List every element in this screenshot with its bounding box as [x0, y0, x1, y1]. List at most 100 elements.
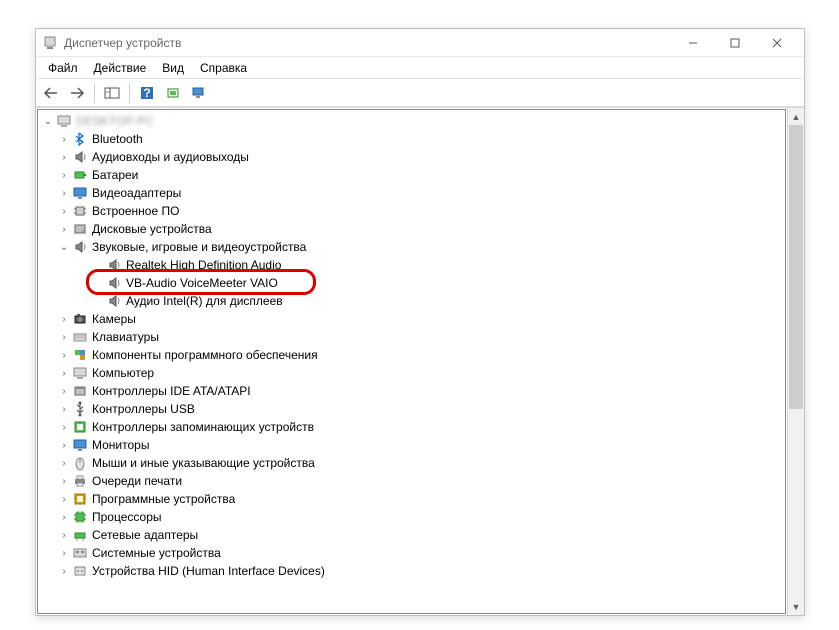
expand-toggle-icon[interactable]: ›: [56, 221, 72, 237]
tree-node[interactable]: › Компоненты программного обеспечения: [38, 346, 785, 364]
menu-file[interactable]: Файл: [40, 59, 86, 77]
tree-node[interactable]: › Устройства HID (Human Interface Devices…: [38, 562, 785, 580]
node-label: VB-Audio VoiceMeeter VAIO: [126, 276, 278, 290]
expand-toggle-icon[interactable]: ›: [56, 563, 72, 579]
expand-toggle-icon[interactable]: ›: [56, 473, 72, 489]
tree-node[interactable]: › Мониторы: [38, 436, 785, 454]
mouse-icon: [72, 455, 88, 471]
tree-node[interactable]: › Очереди печати: [38, 472, 785, 490]
forward-button[interactable]: [66, 82, 88, 104]
expand-toggle-icon[interactable]: ›: [56, 437, 72, 453]
menu-help[interactable]: Справка: [192, 59, 255, 77]
hid-icon: [72, 563, 88, 579]
tree-child-node[interactable]: VB-Audio VoiceMeeter VAIO: [38, 274, 785, 292]
expand-toggle-icon[interactable]: ›: [56, 311, 72, 327]
tree-node[interactable]: ›Видеоадаптеры: [38, 184, 785, 202]
content-area: ⌄DESKTOP-PC›Bluetooth›Аудиовходы и аудио…: [36, 107, 804, 615]
spacer: [90, 257, 106, 273]
minimize-button[interactable]: [672, 30, 714, 56]
tree-node[interactable]: ›Сетевые адаптеры: [38, 526, 785, 544]
node-label: Компьютер: [92, 366, 154, 380]
expand-toggle-icon[interactable]: ›: [56, 527, 72, 543]
close-button[interactable]: [756, 30, 798, 56]
scroll-up-arrow[interactable]: ▲: [788, 108, 804, 125]
expand-toggle-icon[interactable]: ⌄: [56, 239, 72, 255]
tree-node[interactable]: › Процессоры: [38, 508, 785, 526]
expand-toggle-icon[interactable]: ›: [56, 329, 72, 345]
spacer: [90, 293, 106, 309]
scan-button[interactable]: [162, 82, 184, 104]
tree-node[interactable]: ⌄ Звуковые, игровые и видеоустройства: [38, 238, 785, 256]
expand-toggle-icon[interactable]: ›: [56, 383, 72, 399]
node-label: Батареи: [92, 168, 138, 182]
tree-node[interactable]: ›Аудиовходы и аудиовыходы: [38, 148, 785, 166]
spacer: [90, 275, 106, 291]
node-label: Realtek High Definition Audio: [126, 258, 281, 272]
tree-node[interactable]: ›Встроенное ПО: [38, 202, 785, 220]
expand-toggle-icon[interactable]: ›: [56, 203, 72, 219]
menu-action[interactable]: Действие: [86, 59, 155, 77]
node-label: Устройства HID (Human Interface Devices): [92, 564, 325, 578]
expand-toggle-icon[interactable]: ›: [56, 419, 72, 435]
speaker-icon: [106, 257, 122, 273]
tree-node[interactable]: › Камеры: [38, 310, 785, 328]
node-label: Дисковые устройства: [92, 222, 212, 236]
tree-child-node[interactable]: Аудио Intel(R) для дисплеев: [38, 292, 785, 310]
computer-icon: [72, 365, 88, 381]
tree-node[interactable]: ›Контроллеры запоминающих устройств: [38, 418, 785, 436]
display-icon: [72, 185, 88, 201]
device-tree[interactable]: ⌄DESKTOP-PC›Bluetooth›Аудиовходы и аудио…: [37, 109, 786, 614]
help-button[interactable]: ?: [136, 82, 158, 104]
menu-bar: Файл Действие Вид Справка: [36, 57, 804, 79]
tree-node[interactable]: › Клавиатуры: [38, 328, 785, 346]
storage-icon: [72, 419, 88, 435]
expand-toggle-icon[interactable]: ›: [56, 491, 72, 507]
tree-node[interactable]: ›Bluetooth: [38, 130, 785, 148]
menu-view[interactable]: Вид: [154, 59, 192, 77]
maximize-button[interactable]: [714, 30, 756, 56]
show-hide-console-button[interactable]: [101, 82, 123, 104]
expand-toggle-icon[interactable]: ›: [56, 131, 72, 147]
node-label: Очереди печати: [92, 474, 182, 488]
node-label: Звуковые, игровые и видеоустройства: [92, 240, 306, 254]
scroll-thumb[interactable]: [789, 125, 803, 409]
node-label: Процессоры: [92, 510, 162, 524]
expand-toggle-icon[interactable]: ›: [56, 167, 72, 183]
tree-child-node[interactable]: Realtek High Definition Audio: [38, 256, 785, 274]
tree-node[interactable]: › Компьютер: [38, 364, 785, 382]
expand-toggle-icon[interactable]: ›: [56, 365, 72, 381]
expand-toggle-icon[interactable]: ›: [56, 185, 72, 201]
scroll-down-arrow[interactable]: ▼: [788, 598, 804, 615]
tree-node[interactable]: › Контроллеры USB: [38, 400, 785, 418]
node-label: Клавиатуры: [92, 330, 159, 344]
speaker-icon: [106, 275, 122, 291]
scroll-track[interactable]: [788, 125, 804, 598]
tree-node[interactable]: ›Мыши и иные указывающие устройства: [38, 454, 785, 472]
vertical-scrollbar[interactable]: ▲ ▼: [787, 108, 804, 615]
collapse-icon[interactable]: ⌄: [40, 113, 56, 129]
expand-toggle-icon[interactable]: ›: [56, 509, 72, 525]
node-label: Камеры: [92, 312, 136, 326]
expand-toggle-icon[interactable]: ›: [56, 401, 72, 417]
tree-root-node[interactable]: ⌄DESKTOP-PC: [38, 112, 785, 130]
back-button[interactable]: [40, 82, 62, 104]
window-controls: [672, 30, 798, 56]
network-icon: [72, 527, 88, 543]
node-label: Компоненты программного обеспечения: [92, 348, 318, 362]
expand-toggle-icon[interactable]: ›: [56, 347, 72, 363]
cpu-icon: [72, 509, 88, 525]
tree-node[interactable]: › Дисковые устройства: [38, 220, 785, 238]
expand-toggle-icon[interactable]: ›: [56, 545, 72, 561]
title-bar: Диспетчер устройств: [36, 29, 804, 57]
expand-toggle-icon[interactable]: ›: [56, 455, 72, 471]
bluetooth-icon: [72, 131, 88, 147]
tree-node[interactable]: ›Системные устройства: [38, 544, 785, 562]
separator: [129, 83, 130, 103]
expand-toggle-icon[interactable]: ›: [56, 149, 72, 165]
tree-node[interactable]: › Батареи: [38, 166, 785, 184]
node-label: Контроллеры USB: [92, 402, 195, 416]
tree-node[interactable]: ›Программные устройства: [38, 490, 785, 508]
devices-button[interactable]: [188, 82, 210, 104]
tree-node[interactable]: ›Контроллеры IDE ATA/ATAPI: [38, 382, 785, 400]
node-label: Мониторы: [92, 438, 149, 452]
